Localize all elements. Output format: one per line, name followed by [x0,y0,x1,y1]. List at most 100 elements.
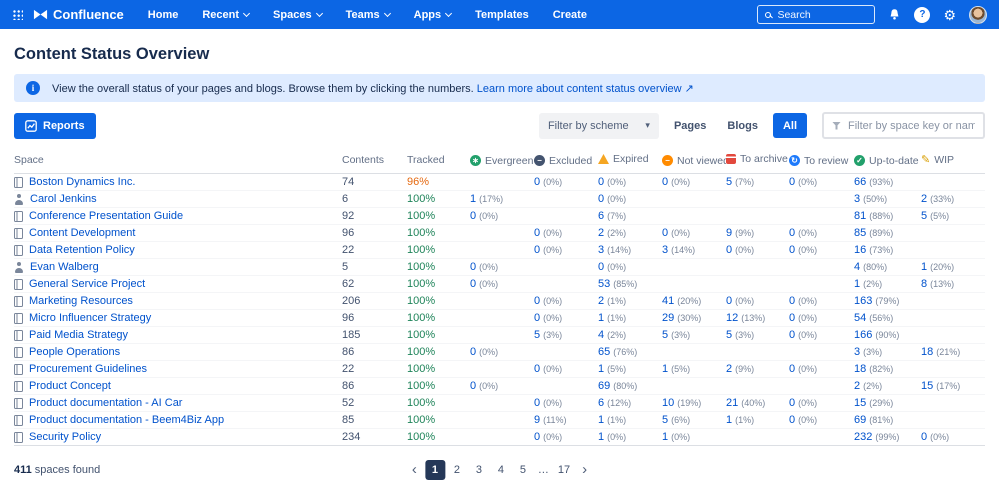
status-count-link[interactable]: 69 [854,414,866,426]
status-count-link[interactable]: 5 [662,329,668,341]
space-link[interactable]: Conference Presentation Guide [29,210,183,222]
status-count-link[interactable]: 3 [662,244,668,256]
space-link[interactable]: Paid Media Strategy [29,329,128,341]
status-count-link[interactable]: 0 [598,193,604,205]
status-count-link[interactable]: 85 [854,227,866,239]
status-count-link[interactable]: 2 [598,295,604,307]
pagination-page-5[interactable]: 5 [513,460,533,480]
status-count-link[interactable]: 0 [921,431,927,443]
status-count-link[interactable]: 10 [662,397,674,409]
space-link[interactable]: Data Retention Policy [29,244,135,256]
scheme-select[interactable]: Filter by scheme ▾ [539,113,659,139]
pagination-next-icon[interactable]: › [576,461,593,479]
status-count-link[interactable]: 9 [534,414,540,426]
status-count-link[interactable]: 1 [598,431,604,443]
blogs-filter-button[interactable]: Blogs [721,115,764,137]
space-link[interactable]: Boston Dynamics Inc. [29,176,135,188]
status-count-link[interactable]: 232 [854,431,872,443]
status-count-link[interactable]: 1 [598,363,604,375]
status-count-link[interactable]: 1 [921,261,927,273]
status-count-link[interactable]: 21 [726,397,738,409]
search-box[interactable] [757,5,875,24]
pagination-prev-icon[interactable]: ‹ [406,461,423,479]
status-count-link[interactable]: 2 [726,363,732,375]
space-link[interactable]: Product documentation - Beem4Biz App [29,414,224,426]
status-count-link[interactable]: 5 [726,329,732,341]
status-count-link[interactable]: 12 [726,312,738,324]
status-count-link[interactable]: 0 [726,244,732,256]
status-count-link[interactable]: 1 [662,363,668,375]
status-count-link[interactable]: 0 [534,363,540,375]
status-count-link[interactable]: 3 [854,346,860,358]
status-count-link[interactable]: 0 [534,176,540,188]
pagination-page-4[interactable]: 4 [491,460,511,480]
status-count-link[interactable]: 0 [789,329,795,341]
status-count-link[interactable]: 1 [598,312,604,324]
status-count-link[interactable]: 1 [854,278,860,290]
pagination-page-17[interactable]: 17 [554,460,574,480]
status-count-link[interactable]: 29 [662,312,674,324]
status-count-link[interactable]: 5 [534,329,540,341]
status-count-link[interactable]: 0 [470,346,476,358]
status-count-link[interactable]: 9 [726,227,732,239]
status-count-link[interactable]: 16 [854,244,866,256]
status-count-link[interactable]: 0 [789,176,795,188]
status-count-link[interactable]: 4 [854,261,860,273]
space-link[interactable]: People Operations [29,346,120,358]
status-count-link[interactable]: 0 [470,278,476,290]
status-count-link[interactable]: 0 [470,210,476,222]
space-filter-input[interactable] [848,120,975,132]
status-count-link[interactable]: 0 [662,227,668,239]
status-count-link[interactable]: 0 [598,261,604,273]
app-switcher-icon[interactable] [12,9,23,20]
status-count-link[interactable]: 1 [598,414,604,426]
status-count-link[interactable]: 3 [598,244,604,256]
pages-filter-button[interactable]: Pages [668,115,712,137]
status-count-link[interactable]: 65 [598,346,610,358]
status-count-link[interactable]: 18 [921,346,933,358]
settings-gear-icon[interactable]: ⚙ [943,8,956,22]
nav-item-create[interactable]: Create [553,9,587,21]
space-link[interactable]: Carol Jenkins [30,193,97,205]
reports-button[interactable]: Reports [14,113,96,139]
status-count-link[interactable]: 15 [854,397,866,409]
status-count-link[interactable]: 4 [598,329,604,341]
status-count-link[interactable]: 166 [854,329,872,341]
status-count-link[interactable]: 0 [534,227,540,239]
status-count-link[interactable]: 0 [662,176,668,188]
space-link[interactable]: Micro Influencer Strategy [29,312,151,324]
space-link[interactable]: Marketing Resources [29,295,133,307]
pagination-page-1[interactable]: 1 [425,460,445,480]
status-count-link[interactable]: 2 [598,227,604,239]
status-count-link[interactable]: 0 [789,363,795,375]
status-count-link[interactable]: 0 [534,312,540,324]
status-count-link[interactable]: 8 [921,278,927,290]
nav-item-recent[interactable]: Recent [202,9,249,21]
learn-more-link[interactable]: Learn more about content status overview… [477,83,694,95]
status-count-link[interactable]: 1 [662,431,668,443]
status-count-link[interactable]: 0 [789,244,795,256]
status-count-link[interactable]: 15 [921,380,933,392]
nav-item-home[interactable]: Home [148,9,179,21]
status-count-link[interactable]: 0 [789,312,795,324]
status-count-link[interactable]: 5 [921,210,927,222]
status-count-link[interactable]: 0 [598,176,604,188]
status-count-link[interactable]: 6 [598,397,604,409]
status-count-link[interactable]: 1 [470,193,476,205]
all-filter-button[interactable]: All [773,113,807,138]
status-count-link[interactable]: 2 [854,380,860,392]
space-link[interactable]: Content Development [29,227,135,239]
pagination-page-3[interactable]: 3 [469,460,489,480]
status-count-link[interactable]: 0 [789,414,795,426]
status-count-link[interactable]: 18 [854,363,866,375]
status-count-link[interactable]: 0 [534,431,540,443]
nav-item-teams[interactable]: Teams [346,9,390,21]
nav-item-templates[interactable]: Templates [475,9,529,21]
status-count-link[interactable]: 1 [726,414,732,426]
status-count-link[interactable]: 0 [534,244,540,256]
space-link[interactable]: Product documentation - AI Car [29,397,182,409]
search-input[interactable] [777,9,867,21]
nav-item-apps[interactable]: Apps [414,9,452,21]
notifications-icon[interactable] [888,8,901,21]
space-link[interactable]: Procurement Guidelines [29,363,147,375]
